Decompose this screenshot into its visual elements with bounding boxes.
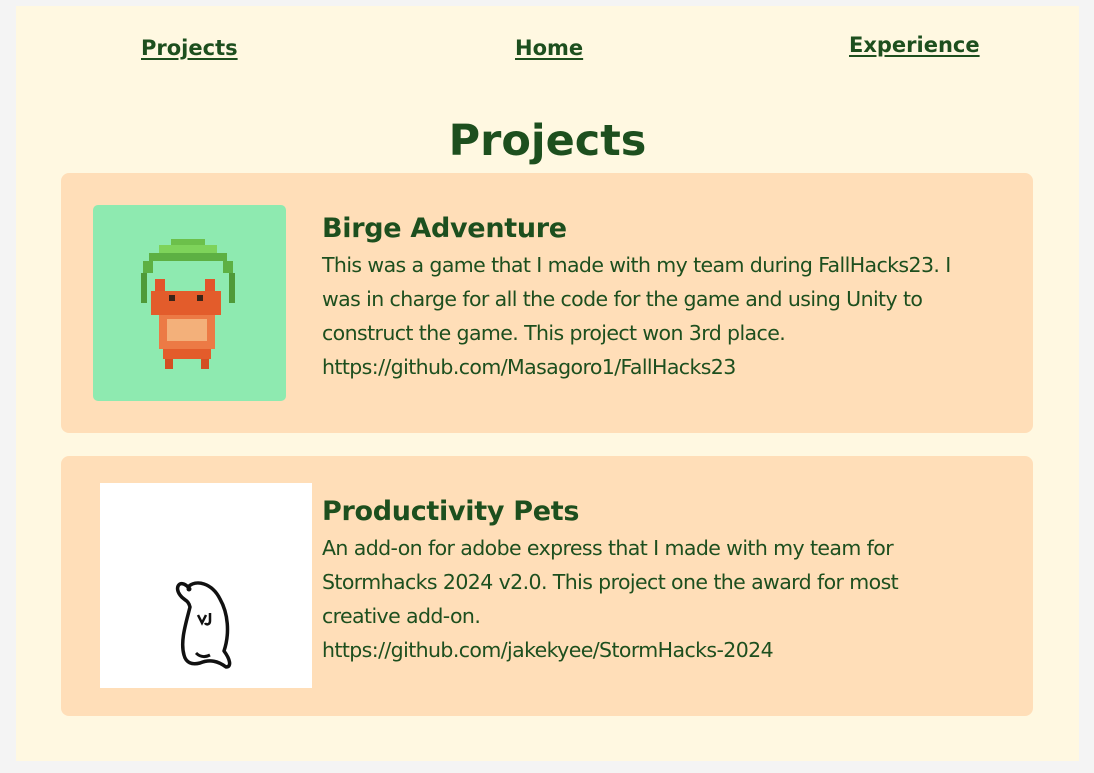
project-info: Productivity Pets An add-on for adobe ex… — [322, 496, 973, 667]
pixel-fox-icon — [141, 239, 235, 369]
project-card: Productivity Pets An add-on for adobe ex… — [61, 456, 1033, 716]
project-link[interactable]: https://github.com/Masagoro1/FallHacks23 — [322, 350, 973, 384]
project-info: Birge Adventure This was a game that I m… — [322, 213, 973, 384]
project-thumbnail — [93, 205, 286, 401]
doodle-pet-icon — [175, 581, 232, 669]
project-card: Birge Adventure This was a game that I m… — [61, 173, 1033, 433]
project-description: An add-on for adobe express that I made … — [322, 536, 899, 628]
project-description: This was a game that I made with my team… — [322, 253, 951, 345]
project-title: Productivity Pets — [322, 496, 580, 527]
page-title: Projects — [448, 116, 647, 166]
nav-projects-link[interactable]: Projects — [141, 36, 238, 60]
nav-home-link[interactable]: Home — [515, 36, 583, 60]
nav-experience-link[interactable]: Experience — [849, 33, 980, 57]
project-title: Birge Adventure — [322, 213, 567, 244]
project-link[interactable]: https://github.com/jakekyee/StormHacks-2… — [322, 633, 973, 667]
project-thumbnail — [100, 483, 312, 688]
page: Projects Home Experience Projects Birge … — [16, 6, 1079, 761]
